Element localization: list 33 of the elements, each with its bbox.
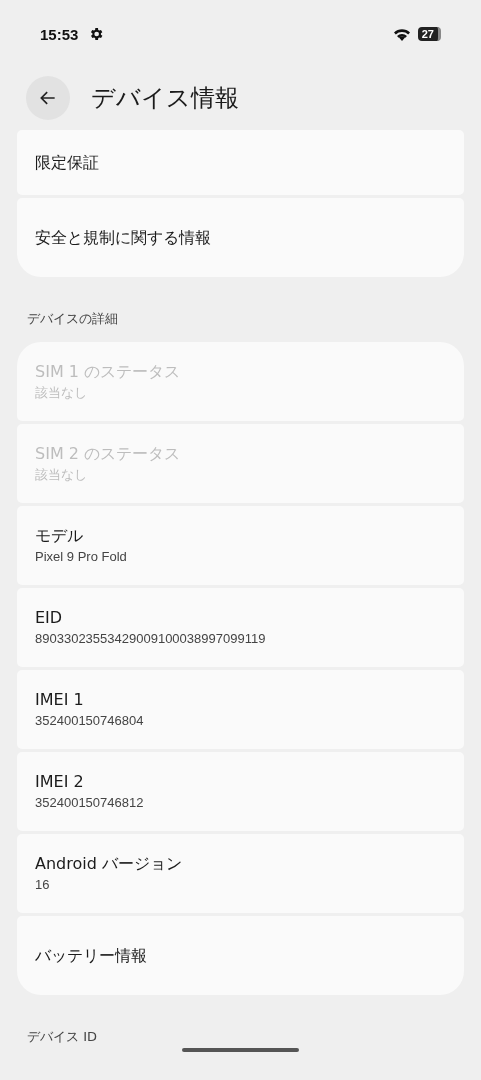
back-button[interactable] [26, 76, 70, 120]
item-title: SIM 2 のステータス [35, 443, 182, 465]
item-summary: 該当なし [35, 466, 88, 484]
settings-icon [88, 26, 105, 42]
item-title: バッテリー情報 [35, 944, 148, 967]
item-summary: 該当なし [35, 384, 88, 402]
section-header: デバイスの詳細 [27, 310, 118, 328]
item-summary: 352400150746812 [35, 794, 145, 812]
settings-item[interactable]: IMEI 2 352400150746812 [17, 752, 464, 831]
wifi-icon [391, 26, 412, 42]
settings-item[interactable]: 限定保証 [17, 130, 464, 195]
item-title: IMEI 2 [35, 771, 85, 793]
settings-item[interactable]: EID 89033023553429009100038997099119 [17, 588, 464, 667]
clock-time: 15:53 [40, 25, 79, 43]
settings-item[interactable]: Android バージョン 16 [17, 834, 464, 913]
item-title: Android バージョン [35, 853, 183, 875]
settings-item[interactable]: バッテリー情報 [17, 916, 464, 995]
settings-item[interactable]: モデル Pixel 9 Pro Fold [17, 506, 464, 585]
item-title: モデル [35, 525, 84, 547]
item-summary: 89033023553429009100038997099119 [35, 630, 267, 648]
item-title: 安全と規制に関する情報 [35, 226, 212, 249]
item-title: IMEI 1 [35, 689, 85, 711]
item-summary: Pixel 9 Pro Fold [35, 548, 128, 566]
battery-level: 27 [417, 27, 441, 41]
page-title: デバイス情報 [91, 83, 239, 114]
item-title: 限定保証 [35, 151, 100, 174]
item-title: EID [35, 607, 64, 629]
item-summary: 16 [35, 876, 51, 894]
settings-item[interactable]: IMEI 1 352400150746804 [17, 670, 464, 749]
item-summary: 352400150746804 [35, 712, 145, 730]
item-title: SIM 1 のステータス [35, 361, 182, 383]
settings-item[interactable]: 安全と規制に関する情報 [17, 198, 464, 277]
section-header: デバイス ID [27, 1028, 97, 1046]
